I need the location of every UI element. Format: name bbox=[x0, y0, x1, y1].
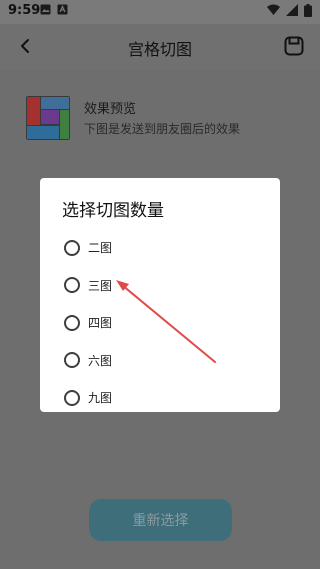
option-two[interactable]: 二图 bbox=[62, 229, 258, 267]
option-four[interactable]: 四图 bbox=[62, 304, 258, 342]
dialog-title: 选择切图数量 bbox=[62, 201, 164, 221]
option-six[interactable]: 六图 bbox=[62, 342, 258, 380]
radio-button[interactable] bbox=[64, 352, 80, 369]
radio-button[interactable] bbox=[64, 277, 80, 294]
radio-button[interactable] bbox=[64, 314, 80, 331]
option-label: 二图 bbox=[88, 241, 113, 256]
option-three[interactable]: 三图 bbox=[62, 267, 258, 305]
radio-button[interactable] bbox=[64, 239, 80, 256]
option-label: 四图 bbox=[88, 316, 113, 331]
radio-button[interactable] bbox=[64, 389, 80, 406]
option-label: 六图 bbox=[88, 353, 113, 368]
count-select-dialog: 选择切图数量 二图 三图 四图 六图 九图 bbox=[40, 178, 280, 412]
option-label: 九图 bbox=[88, 391, 113, 406]
option-label: 三图 bbox=[88, 278, 113, 293]
option-nine[interactable]: 九图 bbox=[62, 379, 258, 417]
modal-overlay[interactable]: 选择切图数量 二图 三图 四图 六图 九图 bbox=[0, 0, 320, 569]
